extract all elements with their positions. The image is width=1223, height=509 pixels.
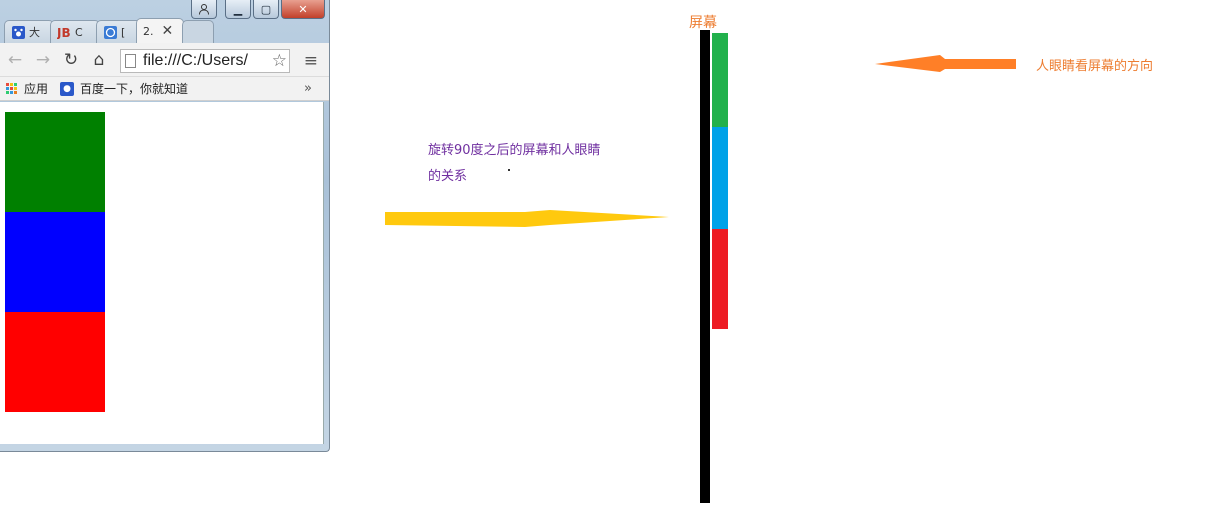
rotation-caption: 旋转90度之后的屏幕和人眼睛 的关系 [428,138,638,190]
stray-dot [508,169,510,171]
orange-arrow [875,55,1016,72]
rotation-caption-line-1: 旋转90度之后的屏幕和人眼睛 [428,143,601,158]
eye-direction-label: 人眼睛看屏幕的方向 [1036,59,1154,74]
yellow-arrow [385,210,669,227]
rotation-caption-line-2: 的关系 [428,169,468,184]
arrows-layer [385,55,1016,227]
